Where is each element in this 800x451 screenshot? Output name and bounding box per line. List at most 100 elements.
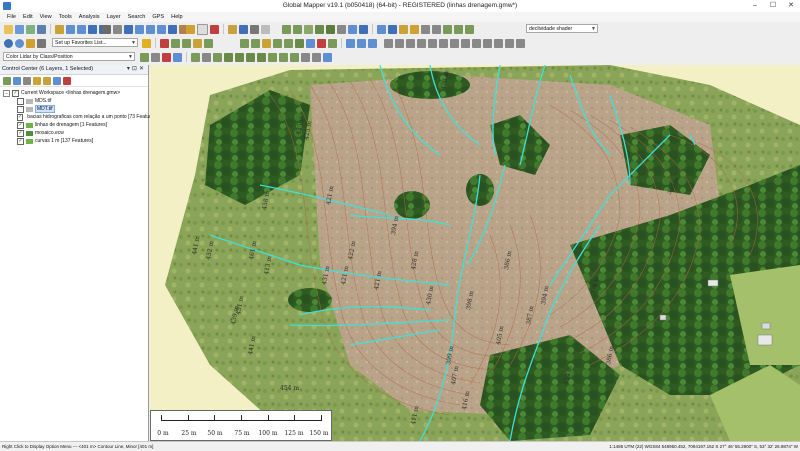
terrain5-icon[interactable] <box>326 24 335 34</box>
workspace-row[interactable]: − ✓ Current Workspace <linhas drenagem.g… <box>0 89 148 97</box>
arrow-left-icon[interactable] <box>168 24 177 34</box>
join-icon[interactable] <box>328 38 337 48</box>
menu-help[interactable]: Help <box>168 12 186 22</box>
create-point-icon[interactable] <box>273 38 282 48</box>
layer-row[interactable]: ✓ mosaico.ecw <box>0 129 148 137</box>
layer-row[interactable]: ✓ curvas 1 m [137 Features] <box>0 137 148 145</box>
move-down-icon[interactable] <box>43 77 51 85</box>
snap11-icon[interactable] <box>494 38 503 48</box>
snap-icon[interactable] <box>384 38 393 48</box>
split-icon[interactable] <box>306 38 315 48</box>
lidar-tool16-icon[interactable] <box>312 52 321 62</box>
zoom-prev-icon[interactable] <box>157 24 166 34</box>
measure-icon[interactable] <box>113 24 122 34</box>
arrows-icon[interactable] <box>346 38 355 48</box>
snap8-icon[interactable] <box>461 38 470 48</box>
open-folder-icon[interactable] <box>4 24 13 34</box>
projection-icon[interactable] <box>23 77 31 85</box>
snap7-icon[interactable] <box>450 38 459 48</box>
lidar-tool13-icon[interactable] <box>279 52 288 62</box>
layer-checkbox[interactable]: ✓ <box>17 137 24 145</box>
layer-row[interactable]: MDT.tif <box>0 105 148 113</box>
layer-checkbox[interactable] <box>17 105 24 113</box>
back-icon[interactable] <box>88 24 97 34</box>
workspace-checkbox[interactable]: ✓ <box>12 89 19 97</box>
favorites-select[interactable]: Set up Favorites List... ▼ <box>52 38 138 47</box>
menu-view[interactable]: View <box>37 12 55 22</box>
terrain3-icon[interactable] <box>304 24 313 34</box>
create-area-icon[interactable] <box>251 38 260 48</box>
lidar-tool-icon[interactable] <box>140 52 149 62</box>
menu-edit[interactable]: Edit <box>20 12 36 22</box>
open-data-icon[interactable] <box>15 24 24 34</box>
terrain7-icon[interactable] <box>454 24 463 34</box>
layer-checkbox[interactable] <box>17 97 24 105</box>
layer-options-icon[interactable] <box>3 77 11 85</box>
green-tool-icon[interactable] <box>171 38 180 48</box>
arrows2-icon[interactable] <box>357 38 366 48</box>
lidar-tool14-icon[interactable] <box>290 52 299 62</box>
delete-vertex-icon[interactable] <box>317 38 326 48</box>
delete-icon[interactable] <box>210 24 219 34</box>
zoom-box-icon[interactable] <box>135 24 144 34</box>
lidar-icon[interactable] <box>399 24 408 34</box>
online-data-icon[interactable] <box>26 24 35 34</box>
lidar-tool3-icon[interactable] <box>162 52 171 62</box>
lidar-tool9-icon[interactable] <box>235 52 244 62</box>
save-icon[interactable] <box>37 24 46 34</box>
close-button[interactable]: ✕ <box>782 0 800 12</box>
lidar-tool4-icon[interactable] <box>173 52 182 62</box>
snap12-icon[interactable] <box>505 38 514 48</box>
red-tool-icon[interactable] <box>160 38 169 48</box>
shader-select[interactable]: declividade shader ▼ <box>526 24 598 33</box>
move-icon[interactable] <box>284 38 293 48</box>
globe2-icon[interactable] <box>15 38 24 48</box>
lidar-tool6-icon[interactable] <box>202 52 211 62</box>
panel-buttons[interactable]: ▾⊡✕ <box>127 65 146 74</box>
terrain8-icon[interactable] <box>465 24 474 34</box>
maximize-button[interactable]: ☐ <box>764 0 782 12</box>
create-line-icon[interactable] <box>240 38 249 48</box>
move-up-icon[interactable] <box>33 77 41 85</box>
shader-tools-icon[interactable] <box>410 24 419 34</box>
layer-row[interactable]: ✓ linhas de drenagem [1 Features] <box>0 121 148 129</box>
menu-file[interactable]: File <box>4 12 19 22</box>
terrain4-icon[interactable] <box>315 24 324 34</box>
airplane-icon[interactable] <box>359 24 368 34</box>
snap4-icon[interactable] <box>417 38 426 48</box>
layer-row[interactable]: MDS.tif <box>0 97 148 105</box>
star-icon[interactable] <box>142 38 151 48</box>
lidar-tool10-icon[interactable] <box>246 52 255 62</box>
snap6-icon[interactable] <box>439 38 448 48</box>
lidar-tool15-icon[interactable] <box>301 52 310 62</box>
globe-icon[interactable] <box>4 38 13 48</box>
watershed-icon[interactable] <box>337 24 346 34</box>
zoom-full-icon[interactable] <box>146 24 155 34</box>
zoom-in-icon[interactable] <box>66 24 75 34</box>
metadata-icon[interactable] <box>13 77 21 85</box>
snap10-icon[interactable] <box>483 38 492 48</box>
snap5-icon[interactable] <box>428 38 437 48</box>
settings-icon[interactable] <box>37 38 46 48</box>
config-icon[interactable] <box>55 24 64 34</box>
green-tool2-icon[interactable] <box>182 38 191 48</box>
3d-view2-icon[interactable] <box>388 24 397 34</box>
layer-icon[interactable] <box>228 24 237 34</box>
sun-icon[interactable] <box>421 24 430 34</box>
zoom-layer-icon[interactable] <box>53 77 61 85</box>
layer-checkbox[interactable]: ✓ <box>17 113 24 121</box>
rotate-icon[interactable] <box>295 38 304 48</box>
layer-checkbox[interactable]: ✓ <box>17 121 24 129</box>
wand-icon[interactable] <box>193 38 202 48</box>
lidar-tool7-icon[interactable] <box>213 52 222 62</box>
compass-icon[interactable] <box>348 24 357 34</box>
terrain6-icon[interactable] <box>443 24 452 34</box>
lidar-tool8-icon[interactable] <box>224 52 233 62</box>
green-tool3-icon[interactable] <box>204 38 213 48</box>
layer-row[interactable]: ✓ bacias hidrograficas com relação a um … <box>0 113 158 121</box>
edit-pencil-icon[interactable] <box>186 24 195 34</box>
menu-layer[interactable]: Layer <box>104 12 124 22</box>
pan-icon[interactable] <box>124 24 133 34</box>
menu-gps[interactable]: GPS <box>149 12 167 22</box>
digitizer-icon[interactable] <box>261 24 270 34</box>
